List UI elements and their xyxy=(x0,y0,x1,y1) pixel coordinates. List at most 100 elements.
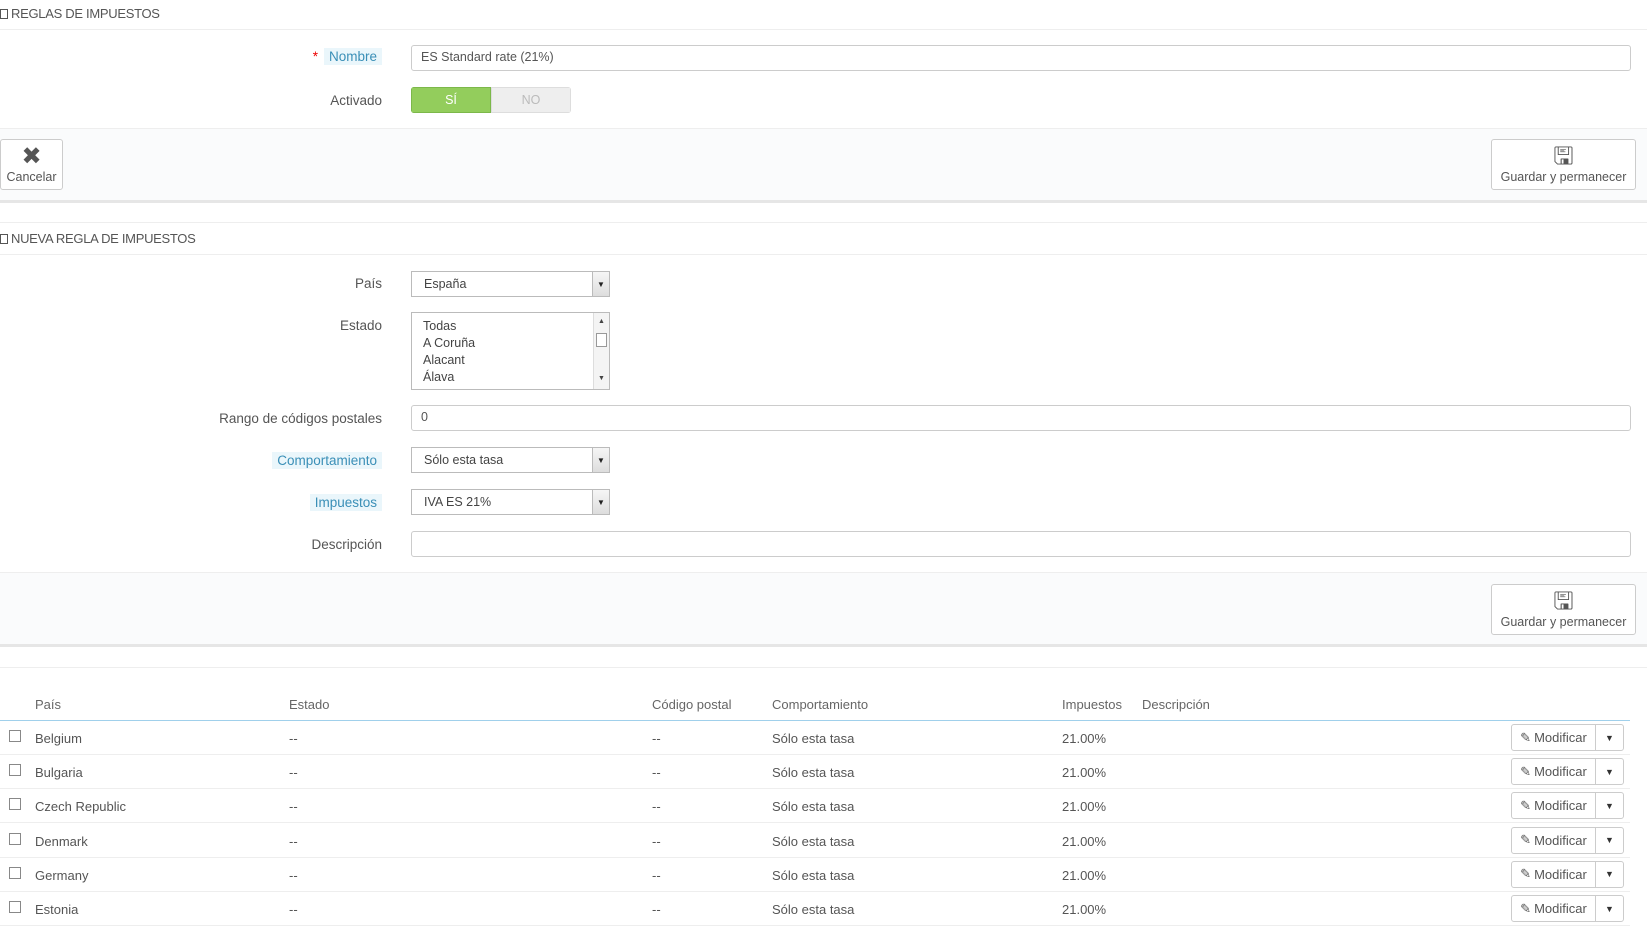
description-input[interactable] xyxy=(411,531,1631,557)
cell-tax: 21.00% xyxy=(1062,902,1107,917)
state-label: Estado xyxy=(339,318,382,333)
cell-tax: 21.00% xyxy=(1062,867,1107,883)
behavior-select[interactable]: Sólo esta tasa ▼ xyxy=(411,447,610,473)
state-listbox[interactable]: Todas A Coruña Alacant Álava ▲ ▼ xyxy=(411,312,610,390)
pencil-icon: ✎ xyxy=(1520,832,1532,848)
name-label: * Nombre xyxy=(313,48,382,65)
tax-label: Impuestos xyxy=(309,494,382,511)
edit-button-group: ✎ Modificar ▼ xyxy=(1511,826,1624,854)
edit-button-group: ✎ Modificar ▼ xyxy=(1511,860,1624,888)
cell-country: Denmark xyxy=(35,833,88,849)
table-row: Estonia -- -- Sólo esta tasa 21.00% ✎ Mod… xyxy=(0,892,1630,926)
save-stay-button[interactable]: 🖫 Guardar y permanecer xyxy=(1491,139,1636,190)
dropdown-toggle[interactable]: ▼ xyxy=(1595,896,1623,921)
pencil-icon: ✎ xyxy=(1520,729,1532,745)
description-label: Descripción xyxy=(311,537,382,552)
cell-zip: -- xyxy=(652,902,661,917)
table-row: Denmark -- -- Sólo esta tasa 21.00% ✎ Mod… xyxy=(0,824,1630,858)
country-label: País xyxy=(354,276,382,291)
cell-state: -- xyxy=(289,867,298,883)
row-checkbox[interactable] xyxy=(9,832,21,845)
edit-button[interactable]: ✎ Modificar xyxy=(1512,793,1595,818)
state-option[interactable]: A Coruña xyxy=(423,335,598,352)
cancel-button[interactable]: ✖ Cancelar xyxy=(0,139,63,190)
enabled-label: Activado xyxy=(330,93,382,108)
row-checkbox[interactable] xyxy=(9,901,21,913)
toggle-yes[interactable]: SÍ xyxy=(411,87,491,113)
panel-title-new-rule: Nueva regla de impuestos xyxy=(0,231,196,246)
cell-country: Bulgaria xyxy=(35,765,83,781)
cell-behavior: Sólo esta tasa xyxy=(772,765,855,781)
state-option[interactable]: Álava xyxy=(423,369,598,386)
cell-behavior: Sólo esta tasa xyxy=(772,731,855,746)
name-input[interactable]: ES Standard rate (21%) xyxy=(411,45,1631,71)
cell-country: Belgium xyxy=(35,731,82,746)
cell-behavior: Sólo esta tasa xyxy=(772,833,855,849)
cell-state: -- xyxy=(289,833,298,849)
table-row: Bulgaria -- -- Sólo esta tasa 21.00% ✎ Mo… xyxy=(0,755,1630,790)
edit-button[interactable]: ✎ Modificar xyxy=(1512,862,1595,887)
save-icon: 🖫 xyxy=(1553,143,1574,170)
zip-label: Rango de códigos postales xyxy=(219,411,382,426)
zip-input[interactable]: 0 xyxy=(411,405,1631,431)
edit-button[interactable]: ✎ Modificar xyxy=(1512,896,1595,921)
country-select[interactable]: España ▼ xyxy=(411,271,610,297)
edit-button[interactable]: ✎ Modificar xyxy=(1512,828,1595,853)
col-zip[interactable]: Código postal xyxy=(652,697,732,712)
behavior-label: Comportamiento xyxy=(272,452,382,469)
close-icon: ✖ xyxy=(21,143,42,170)
table-row: Czech Republic -- -- Sólo esta tasa 21.0… xyxy=(0,789,1630,824)
col-description[interactable]: Descripción xyxy=(1142,697,1210,712)
scrollbar[interactable]: ▲ ▼ xyxy=(593,313,609,389)
edit-button[interactable]: ✎ Modificar xyxy=(1512,759,1595,784)
cell-behavior: Sólo esta tasa xyxy=(772,867,855,883)
cell-tax: 21.00% xyxy=(1062,731,1107,746)
dropdown-toggle[interactable]: ▼ xyxy=(1595,759,1623,785)
toggle-no[interactable]: NO xyxy=(491,87,571,113)
chevron-down-icon: ▼ xyxy=(592,448,609,472)
table-row: Belgium -- -- Sólo esta tasa 21.00% ✎ Mod… xyxy=(0,721,1630,755)
cell-state: -- xyxy=(289,765,298,781)
col-state[interactable]: Estado xyxy=(289,697,329,712)
edit-button-group: ✎ Modificar ▼ xyxy=(1511,895,1624,922)
state-option[interactable]: Alacant xyxy=(423,352,598,369)
chevron-down-icon: ▼ xyxy=(592,272,609,296)
row-checkbox[interactable] xyxy=(9,866,21,879)
dropdown-toggle[interactable]: ▼ xyxy=(1595,827,1623,853)
dropdown-toggle[interactable]: ▼ xyxy=(1595,861,1623,887)
row-checkbox[interactable] xyxy=(9,764,21,777)
cell-tax: 21.00% xyxy=(1062,833,1107,849)
cell-state: -- xyxy=(289,902,298,917)
cell-zip: -- xyxy=(652,833,661,849)
cell-zip: -- xyxy=(652,867,661,883)
table-row: Germany -- -- Sólo esta tasa 21.00% ✎ Mod… xyxy=(0,858,1630,892)
cell-zip: -- xyxy=(652,731,661,746)
cell-zip: -- xyxy=(652,765,661,781)
col-tax[interactable]: Impuestos xyxy=(1062,697,1122,712)
edit-button-group: ✎ Modificar ▼ xyxy=(1511,758,1624,786)
col-country[interactable]: País xyxy=(35,697,61,712)
panel-title-tax-rules: Reglas de impuestos xyxy=(0,6,160,21)
row-checkbox[interactable] xyxy=(9,798,21,811)
edit-button-group: ✎ Modificar ▼ xyxy=(1511,792,1624,820)
cell-state: -- xyxy=(289,731,298,746)
pencil-icon: ✎ xyxy=(1520,866,1532,882)
cell-tax: 21.00% xyxy=(1062,765,1107,781)
state-option[interactable]: Todas xyxy=(423,318,598,335)
dropdown-toggle[interactable]: ▼ xyxy=(1595,725,1623,750)
dropdown-toggle[interactable]: ▼ xyxy=(1595,793,1623,819)
enabled-toggle[interactable]: SÍ NO xyxy=(411,87,571,113)
edit-button[interactable]: ✎ Modificar xyxy=(1512,725,1595,750)
cell-behavior: Sólo esta tasa xyxy=(772,799,855,815)
cell-country: Germany xyxy=(35,867,89,883)
cell-state: -- xyxy=(289,799,298,815)
pencil-icon: ✎ xyxy=(1520,797,1532,813)
save-stay-button-2[interactable]: 🖫 Guardar y permanecer xyxy=(1491,584,1636,635)
col-behavior[interactable]: Comportamiento xyxy=(772,697,868,712)
row-checkbox[interactable] xyxy=(9,730,21,742)
cell-tax: 21.00% xyxy=(1062,799,1107,815)
cell-country: Estonia xyxy=(35,902,79,917)
cell-zip: -- xyxy=(652,799,661,815)
chevron-down-icon: ▼ xyxy=(592,490,609,514)
tax-select[interactable]: IVA ES 21% ▼ xyxy=(411,489,610,515)
